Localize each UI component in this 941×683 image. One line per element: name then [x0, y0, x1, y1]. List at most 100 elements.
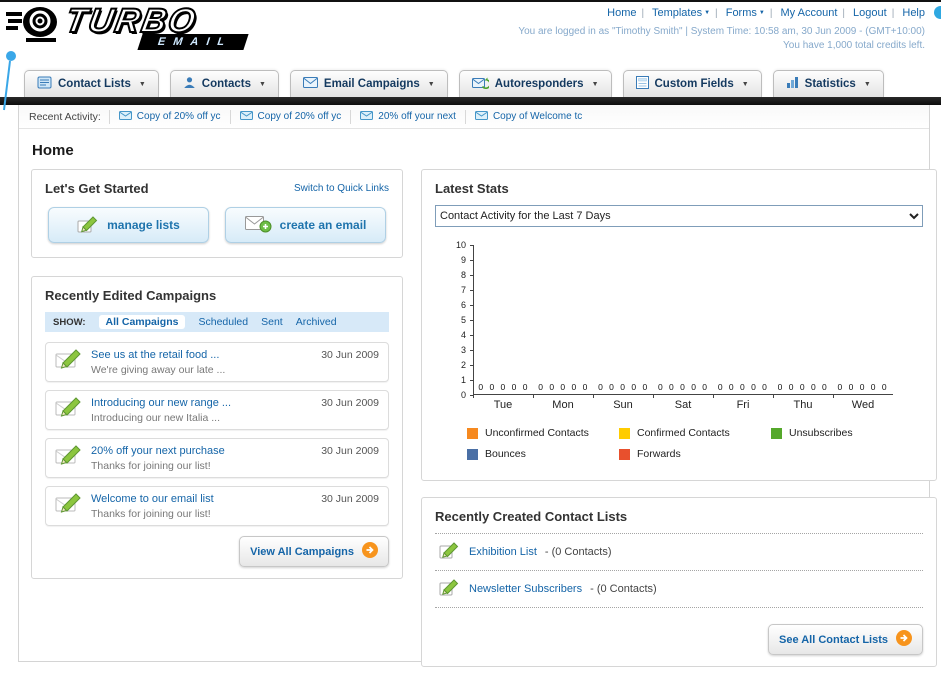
header-link-home[interactable]: Home: [607, 7, 636, 19]
nav-tab-label: Email Campaigns: [323, 78, 420, 90]
content-frame: Recent Activity: Copy of 20% off yc Copy…: [18, 105, 937, 667]
recent-activity-item[interactable]: Copy of Welcome tc: [464, 109, 591, 124]
nav-tab-label: Custom Fields: [654, 78, 734, 90]
switch-to-quick-links[interactable]: Switch to Quick Links: [294, 183, 389, 194]
nav-divider-bar: [0, 97, 941, 105]
legend-item-confirmed: Confirmed Contacts: [619, 427, 771, 439]
campaign-text: See us at the retail food ... We're givi…: [91, 349, 321, 376]
pencil-paper-icon: [439, 541, 461, 563]
autoresponders-icon: [471, 77, 491, 92]
legend-item-bounces: Bounces: [467, 448, 619, 460]
create-email-button[interactable]: create an email: [225, 207, 386, 243]
recent-activity-item[interactable]: Copy of 20% off yc: [229, 109, 351, 124]
nav-tab-email-campaigns[interactable]: Email Campaigns ▼: [289, 70, 448, 97]
link-separator: |: [641, 8, 645, 19]
campaign-text: 20% off your next purchase Thanks for jo…: [91, 445, 321, 472]
campaign-subtitle: Thanks for joining our list!: [91, 507, 211, 520]
chevron-down-icon: ▼: [704, 10, 711, 16]
create-email-label: create an email: [279, 218, 367, 232]
chart-plot-area: 0 0 0 0 0 0 0 0 0 0 0 0 0 0 0 0 0 0 0 0 0 0 …: [473, 245, 893, 395]
campaign-row[interactable]: See us at the retail food ... We're givi…: [45, 342, 389, 382]
nav-tab-contacts[interactable]: Contacts ▼: [169, 70, 279, 97]
campaign-row[interactable]: Welcome to our email list Thanks for joi…: [45, 486, 389, 526]
envelope-pencil-icon: [55, 396, 91, 424]
campaign-text: Welcome to our email list Thanks for joi…: [91, 493, 321, 520]
campaign-subtitle: Thanks for joining our list!: [91, 459, 211, 472]
nav-tab-label: Autoresponders: [494, 78, 584, 90]
chart-bar-group: 0 0 0 0 0: [594, 245, 654, 394]
contact-list-name-link[interactable]: Exhibition List: [469, 546, 537, 558]
envelope-pencil-icon: [55, 492, 91, 520]
filter-all-campaigns[interactable]: All Campaigns: [98, 315, 186, 329]
statistics-icon: [786, 76, 799, 92]
chart-y-axis: 10 9 8 7 6 5 4 3 2 1 0: [449, 240, 474, 400]
legend-item-unconfirmed: Unconfirmed Contacts: [467, 427, 619, 439]
campaign-title-link[interactable]: See us at the retail food ...: [91, 349, 321, 361]
chart-x-label: Wed: [833, 395, 893, 411]
campaigns-panel-title: Recently Edited Campaigns: [45, 288, 217, 303]
recent-activity-item[interactable]: Copy of 20% off yc: [108, 109, 230, 124]
nav-tab-contact-lists[interactable]: Contact Lists ▼: [24, 70, 159, 97]
contact-list-item[interactable]: Newsletter Subscribers - (0 Contacts): [435, 571, 923, 608]
filter-sent[interactable]: Sent: [261, 316, 283, 328]
legend-label: Unconfirmed Contacts: [485, 427, 589, 439]
manage-lists-button[interactable]: manage lists: [48, 207, 209, 243]
contact-list-name-link[interactable]: Newsletter Subscribers: [469, 583, 582, 595]
credits-remaining: You have 1,000 total credits left.: [783, 40, 925, 51]
chart-value-labels: 0 0 0 0 0: [538, 382, 590, 392]
header-link-templates[interactable]: Templates: [652, 7, 702, 19]
header-link-my-account[interactable]: My Account: [781, 7, 838, 19]
chart-value-labels: 0 0 0 0 0: [657, 382, 710, 392]
chart-y-tick-label: 10: [455, 240, 466, 250]
header-link-logout[interactable]: Logout: [853, 7, 887, 19]
campaign-title-link[interactable]: Introducing our new range ...: [91, 397, 321, 409]
chart-legend: Unconfirmed Contacts Confirmed Contacts …: [467, 427, 923, 460]
legend-swatch: [619, 427, 630, 439]
campaign-date: 30 Jun 2009: [321, 445, 379, 457]
recent-activity-item[interactable]: 20% off your next: [350, 109, 465, 124]
logo-text-email: EMAIL: [137, 34, 249, 50]
filter-scheduled[interactable]: Scheduled: [198, 316, 248, 328]
chart-x-labels: Tue Mon Sun Sat Fri Thu Wed: [473, 395, 893, 411]
header-link-help[interactable]: Help: [902, 7, 925, 19]
chart-value-labels: 0 0 0 0 0: [598, 382, 650, 392]
chart-y-tick-label: 2: [460, 360, 466, 370]
nav-tab-custom-fields[interactable]: Custom Fields ▼: [622, 70, 762, 97]
show-label: SHOW:: [53, 316, 86, 328]
header-link-forms[interactable]: Forms: [726, 7, 757, 19]
contact-list-item[interactable]: Exhibition List - (0 Contacts): [435, 534, 923, 571]
chart-y-tick-label: 4: [460, 330, 466, 340]
recent-activity-item-label: 20% off your next: [378, 111, 456, 122]
campaign-title-link[interactable]: Welcome to our email list: [91, 493, 321, 505]
campaign-title-link[interactable]: 20% off your next purchase: [91, 445, 321, 457]
chart-bar-group: 0 0 0 0 0: [474, 245, 534, 394]
chart-bar-group: 0 0 0 0 0: [773, 245, 833, 394]
recently-edited-campaigns-panel: Recently Edited Campaigns SHOW: All Camp…: [31, 276, 403, 579]
chevron-down-icon: ▼: [741, 80, 749, 88]
recently-created-contact-lists-panel: Recently Created Contact Lists Exhibitio…: [421, 497, 937, 667]
nav-tab-autoresponders[interactable]: Autoresponders ▼: [458, 70, 612, 97]
contact-list-count: - (0 Contacts): [590, 583, 657, 595]
legend-swatch: [619, 448, 630, 460]
see-all-contact-lists-button[interactable]: See All Contact Lists: [767, 624, 923, 655]
nav-tab-statistics[interactable]: Statistics ▼: [772, 70, 884, 97]
logo-antenna-decoration: [3, 51, 16, 111]
campaign-row[interactable]: 20% off your next purchase Thanks for jo…: [45, 438, 389, 478]
stats-period-select[interactable]: Contact Activity for the Last 7 Days: [435, 205, 923, 227]
recent-activity-bar: Recent Activity: Copy of 20% off yc Copy…: [19, 105, 929, 129]
chart-y-tick-label: 8: [460, 270, 466, 280]
app-logo[interactable]: TURBO EMAIL: [6, 2, 249, 50]
envelope-pencil-icon: [55, 348, 91, 376]
legend-label: Forwards: [637, 448, 681, 460]
right-column: Latest Stats Contact Activity for the La…: [421, 169, 937, 667]
campaign-row[interactable]: Introducing our new range ... Introducin…: [45, 390, 389, 430]
chart-x-label: Thu: [773, 395, 833, 411]
campaign-date: 30 Jun 2009: [321, 349, 379, 361]
view-all-campaigns-button[interactable]: View All Campaigns: [239, 536, 389, 567]
chart-y-tick-label: 9: [460, 255, 466, 265]
page-title: Home: [32, 142, 74, 159]
chart-bar-group: 0 0 0 0 0: [534, 245, 594, 394]
filter-archived[interactable]: Archived: [296, 316, 337, 328]
custom-fields-icon: [635, 76, 649, 92]
chevron-down-icon: ▼: [258, 80, 266, 88]
